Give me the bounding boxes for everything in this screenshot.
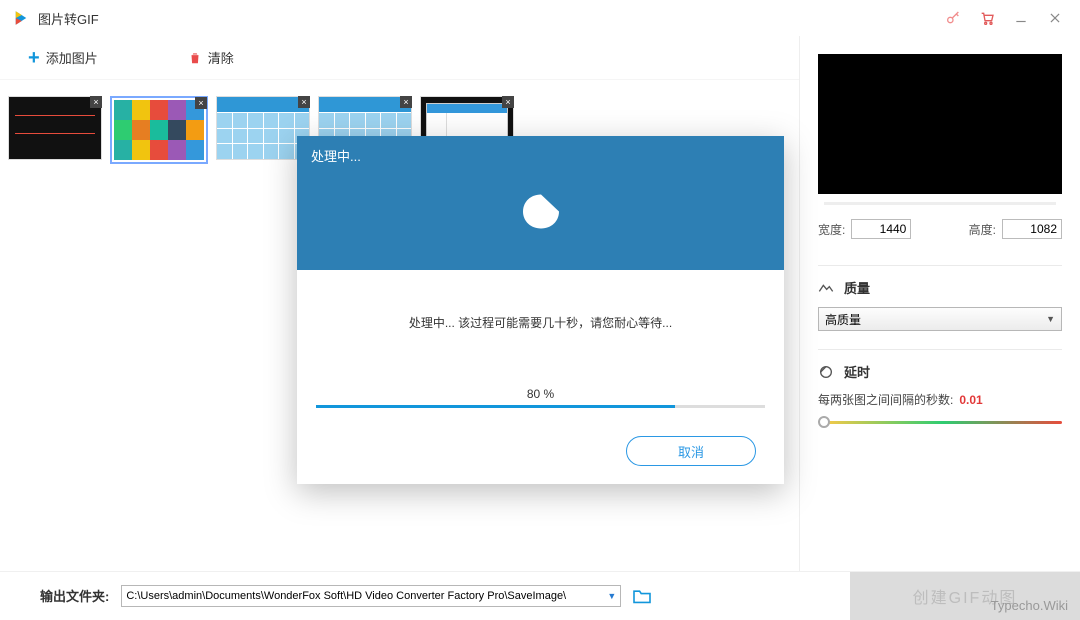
chevron-down-icon: ▼ — [607, 591, 616, 601]
cancel-button[interactable]: 取消 — [626, 436, 756, 466]
delay-slider[interactable] — [818, 414, 1062, 430]
thumbnail-remove-button[interactable]: × — [90, 96, 102, 108]
height-label: 高度: — [969, 221, 996, 238]
clear-button[interactable]: 清除 — [188, 48, 234, 67]
thumbnail-remove-button[interactable]: × — [195, 97, 207, 109]
drop-icon — [518, 191, 564, 236]
thumbnail-image — [217, 97, 309, 159]
quality-select[interactable]: 高质量 ▼ — [818, 307, 1062, 331]
delay-label-text: 每两张图之间间隔的秒数: — [818, 391, 953, 408]
close-button[interactable] — [1038, 4, 1072, 32]
clear-label: 清除 — [208, 48, 234, 67]
output-folder-label: 输出文件夹: — [40, 586, 109, 605]
bottom-bar: 输出文件夹: C:\Users\admin\Documents\WonderFo… — [0, 571, 1080, 619]
modal-body: 处理中... 该过程可能需要几十秒，请您耐心等待... 80 % 取消 — [297, 270, 784, 484]
thumbnail-item[interactable]: × — [8, 96, 102, 160]
delay-value: 0.01 — [959, 393, 982, 407]
output-path-text: C:\Users\admin\Documents\WonderFox Soft\… — [126, 590, 566, 602]
minimize-button[interactable] — [1004, 4, 1038, 32]
output-path-input[interactable]: C:\Users\admin\Documents\WonderFox Soft\… — [121, 585, 621, 607]
add-image-button[interactable]: + 添加图片 — [28, 48, 98, 68]
right-panel: 宽度: 高度: 质量 高质量 ▼ 延时 每两张 — [800, 36, 1080, 571]
left-toolbar: + 添加图片 清除 — [0, 36, 799, 80]
modal-header: 处理中... — [297, 136, 784, 270]
cancel-label: 取消 — [678, 442, 704, 461]
preview-scrollbar[interactable] — [824, 202, 1056, 205]
delay-heading-label: 延时 — [844, 362, 870, 381]
watermark: Typecho.Wiki — [991, 598, 1068, 613]
thumbnail-image — [114, 100, 204, 160]
thumbnail-item[interactable]: × — [216, 96, 310, 160]
chevron-down-icon: ▼ — [1046, 314, 1055, 324]
delay-icon — [818, 364, 834, 380]
modal-message: 处理中... 该过程可能需要几十秒，请您耐心等待... — [409, 314, 672, 331]
add-image-label: 添加图片 — [46, 48, 98, 67]
width-input[interactable] — [851, 219, 911, 239]
processing-modal: 处理中... 处理中... 该过程可能需要几十秒，请您耐心等待... 80 % … — [297, 136, 784, 484]
app-logo-icon — [12, 9, 30, 27]
folder-icon[interactable] — [631, 585, 653, 607]
thumbnail-remove-button[interactable]: × — [502, 96, 514, 108]
quality-icon — [818, 280, 834, 296]
thumbnail-image — [9, 97, 101, 159]
width-label: 宽度: — [818, 221, 845, 238]
delay-heading: 延时 — [818, 362, 1062, 381]
plus-icon: + — [28, 48, 40, 68]
slider-knob-icon[interactable] — [818, 416, 830, 428]
height-input[interactable] — [1002, 219, 1062, 239]
thumbnail-item[interactable]: × — [110, 96, 208, 164]
dimension-row: 宽度: 高度: — [818, 219, 1062, 239]
preview-image — [818, 54, 1062, 194]
progress-percent: 80 % — [527, 387, 554, 401]
app-title: 图片转GIF — [38, 9, 99, 28]
thumbnail-remove-button[interactable]: × — [400, 96, 412, 108]
delay-description: 每两张图之间间隔的秒数: 0.01 — [818, 391, 1062, 408]
cart-icon[interactable] — [970, 4, 1004, 32]
thumbnail-remove-button[interactable]: × — [298, 96, 310, 108]
titlebar: 图片转GIF — [0, 0, 1080, 36]
quality-heading: 质量 — [818, 278, 1062, 297]
key-icon[interactable] — [936, 4, 970, 32]
quality-heading-label: 质量 — [844, 278, 870, 297]
modal-title: 处理中... — [311, 146, 361, 165]
quality-value: 高质量 — [825, 311, 861, 328]
trash-icon — [188, 51, 202, 65]
progress-bar — [316, 405, 764, 408]
